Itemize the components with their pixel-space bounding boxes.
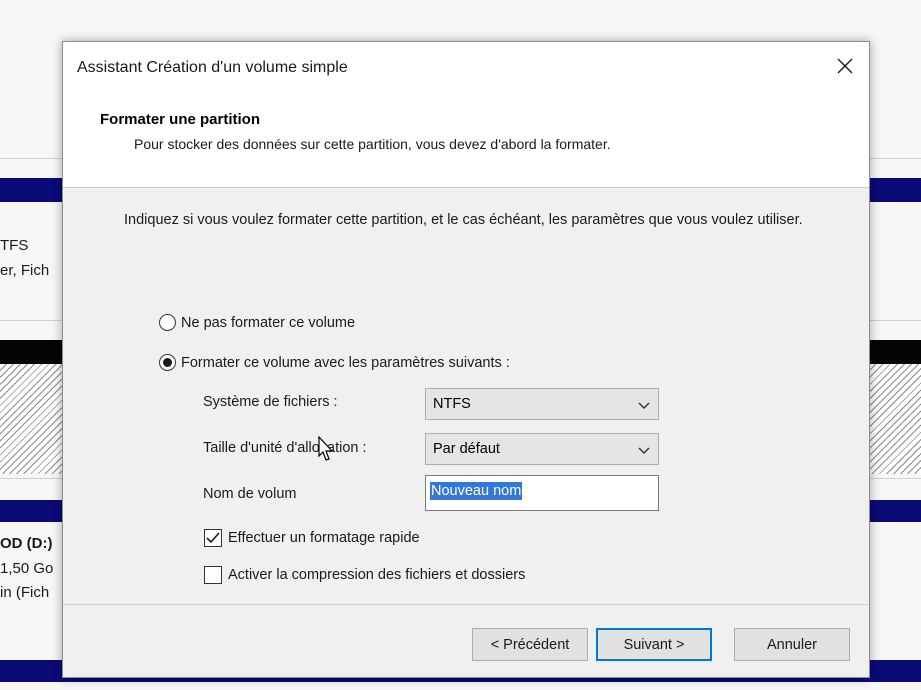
no-format-label: Ne pas formater ce volume xyxy=(181,314,356,331)
volume-info-text: er, Fich xyxy=(0,262,50,279)
wizard-content: Indiquez si vous voulez formater cette p… xyxy=(63,189,869,609)
volume-name-input[interactable]: Nouveau nom xyxy=(425,475,659,511)
filesystem-value: NTFS xyxy=(433,396,471,412)
volume-name-label: Nom de volum xyxy=(203,486,297,502)
volume-info-text: in (Fich xyxy=(0,584,50,601)
next-button[interactable]: Suivant > xyxy=(596,628,712,661)
close-button[interactable] xyxy=(821,50,869,86)
compression-checkbox[interactable] xyxy=(204,566,222,584)
cancel-button[interactable]: Annuler xyxy=(734,628,850,661)
format-label: Formater ce volume avec les paramètres s… xyxy=(181,354,510,371)
checkmark-icon xyxy=(206,532,220,544)
no-format-radio[interactable] xyxy=(159,314,176,331)
chevron-down-icon xyxy=(638,398,650,414)
chevron-down-icon xyxy=(638,443,650,459)
wizard-footer: < Précédent Suivant > Annuler xyxy=(63,604,869,677)
compression-option[interactable]: Activer la compression des fichiers et d… xyxy=(204,566,525,584)
instructions-text: Indiquez si vous voulez formater cette p… xyxy=(124,212,803,228)
page-subtitle: Pour stocker des données sur cette parti… xyxy=(134,136,611,152)
title-bar: Assistant Création d'un volume simple xyxy=(63,42,869,94)
wizard-header: Formater une partition Pour stocker des … xyxy=(63,94,869,188)
quick-format-option[interactable]: Effectuer un formatage rapide xyxy=(204,529,420,547)
allocation-label: Taille d'unité d'allocation : xyxy=(203,440,367,456)
back-button[interactable]: < Précédent xyxy=(472,628,588,661)
format-option[interactable]: Formater ce volume avec les paramètres s… xyxy=(159,354,510,371)
format-radio[interactable] xyxy=(159,354,176,371)
page-title: Formater une partition xyxy=(100,111,261,128)
mouse-cursor-icon xyxy=(317,435,335,467)
allocation-select[interactable]: Par défaut xyxy=(425,433,659,465)
volume-info-text: 1,50 Go xyxy=(0,560,54,577)
format-partition-dialog: Assistant Création d'un volume simple Fo… xyxy=(62,41,870,678)
close-icon xyxy=(837,58,853,79)
volume-info-text: OD (D:) xyxy=(0,535,53,552)
volume-name-value: Nouveau nom xyxy=(430,482,523,500)
allocation-value: Par défaut xyxy=(433,441,500,457)
compression-label: Activer la compression des fichiers et d… xyxy=(228,567,526,583)
dialog-title: Assistant Création d'un volume simple xyxy=(77,59,348,76)
filesystem-label: Système de fichiers : xyxy=(203,394,338,410)
volume-info-text: TFS xyxy=(0,237,29,254)
filesystem-select[interactable]: NTFS xyxy=(425,388,659,420)
quick-format-label: Effectuer un formatage rapide xyxy=(228,530,420,546)
no-format-option[interactable]: Ne pas formater ce volume xyxy=(159,314,355,331)
quick-format-checkbox[interactable] xyxy=(204,529,222,547)
